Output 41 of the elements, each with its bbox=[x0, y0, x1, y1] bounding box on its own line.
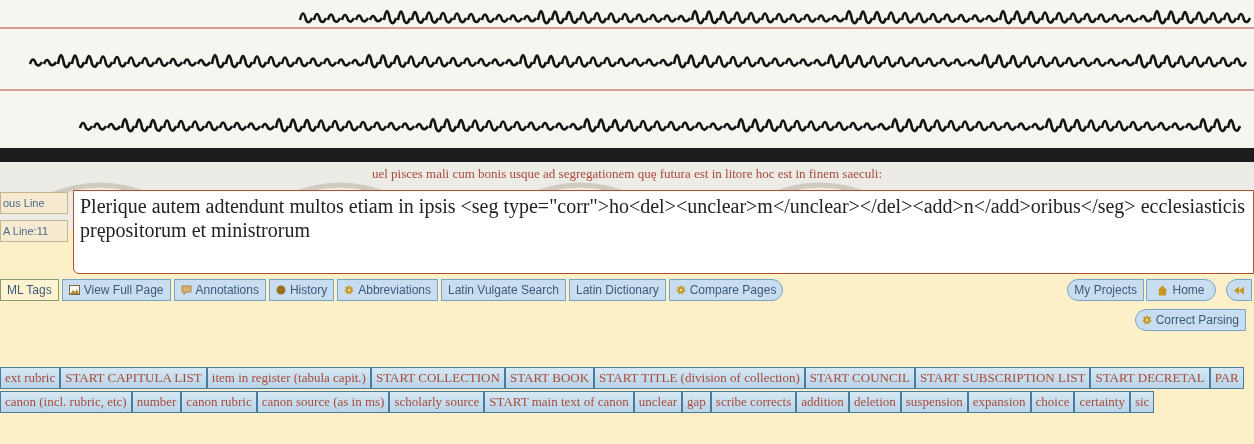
tag-button[interactable]: deletion bbox=[848, 391, 901, 413]
tag-button[interactable]: expansion bbox=[967, 391, 1031, 413]
tag-button[interactable]: START main text of canon bbox=[484, 391, 634, 413]
tag-button[interactable]: scribe corrects bbox=[710, 391, 797, 413]
tag-button[interactable]: gap bbox=[682, 391, 711, 413]
tag-button[interactable]: START BOOK bbox=[504, 367, 595, 389]
tag-button[interactable]: START SUBSCRIPTION LIST bbox=[914, 367, 1091, 389]
toolbar-button[interactable]: Abbreviations bbox=[337, 279, 438, 301]
toolbar-button[interactable]: View Full Page bbox=[61, 279, 171, 301]
toolbar-button[interactable]: History bbox=[268, 279, 335, 301]
toolbar-button[interactable]: Correct Parsing bbox=[1134, 309, 1246, 331]
line-nav-button[interactable]: ous Line bbox=[0, 192, 68, 214]
tag-button[interactable]: ext rubric bbox=[0, 367, 61, 389]
transcription-editor[interactable]: Plerique autem adtendunt multos etiam in ipsis <seg type="corr">ho<del><unclear>m</unclear></del><add>n</add>oribus</seg> ecclesiasticis prępositorum et ministrorum bbox=[73, 190, 1254, 274]
tag-button[interactable]: PAR bbox=[1209, 367, 1244, 389]
tag-button[interactable]: sic bbox=[1129, 391, 1155, 413]
tag-button[interactable]: scholarly source bbox=[389, 391, 485, 413]
tag-button[interactable]: canon rubric bbox=[181, 391, 257, 413]
tag-button[interactable]: choice bbox=[1030, 391, 1075, 413]
toolbar-button[interactable]: Latin Dictionary bbox=[568, 279, 666, 301]
tag-button[interactable]: item in register (tabula capit.) bbox=[206, 367, 371, 389]
tag-button[interactable]: canon (incl. rubric, etc) bbox=[0, 391, 132, 413]
tag-button[interactable]: canon source (as in ms) bbox=[256, 391, 390, 413]
tag-button[interactable]: START CAPITULA LIST bbox=[60, 367, 207, 389]
tag-button[interactable]: START COUNCIL bbox=[804, 367, 915, 389]
tag-button[interactable]: number bbox=[131, 391, 182, 413]
tag-button[interactable]: addition bbox=[796, 391, 849, 413]
toolbar-button[interactable]: Annotations bbox=[173, 279, 266, 301]
tag-button[interactable]: START COLLECTION bbox=[370, 367, 505, 389]
line-nav-button[interactable]: A Line:11 bbox=[0, 220, 68, 242]
toolbar-button[interactable]: ML Tags bbox=[0, 279, 59, 301]
tag-button[interactable]: unclear bbox=[633, 391, 683, 413]
toolbar-button[interactable]: Compare Pages bbox=[668, 279, 784, 301]
toolbar-button[interactable]: Home bbox=[1146, 279, 1216, 301]
toolbar-button[interactable]: My Projects bbox=[1067, 279, 1144, 301]
toolbar-button[interactable]: Latin Vulgate Search bbox=[441, 279, 566, 301]
tag-button[interactable]: certainty bbox=[1074, 391, 1130, 413]
tag-button[interactable]: suspension bbox=[900, 391, 968, 413]
transcription-line: uel pisces mali cum bonis usque ad segregationem quę futura est in litore hoc est in finem saeculi: bbox=[371, 165, 883, 183]
tag-button[interactable]: START TITLE (division of collection) bbox=[594, 367, 805, 389]
tag-button[interactable]: START DECRETAL bbox=[1090, 367, 1210, 389]
